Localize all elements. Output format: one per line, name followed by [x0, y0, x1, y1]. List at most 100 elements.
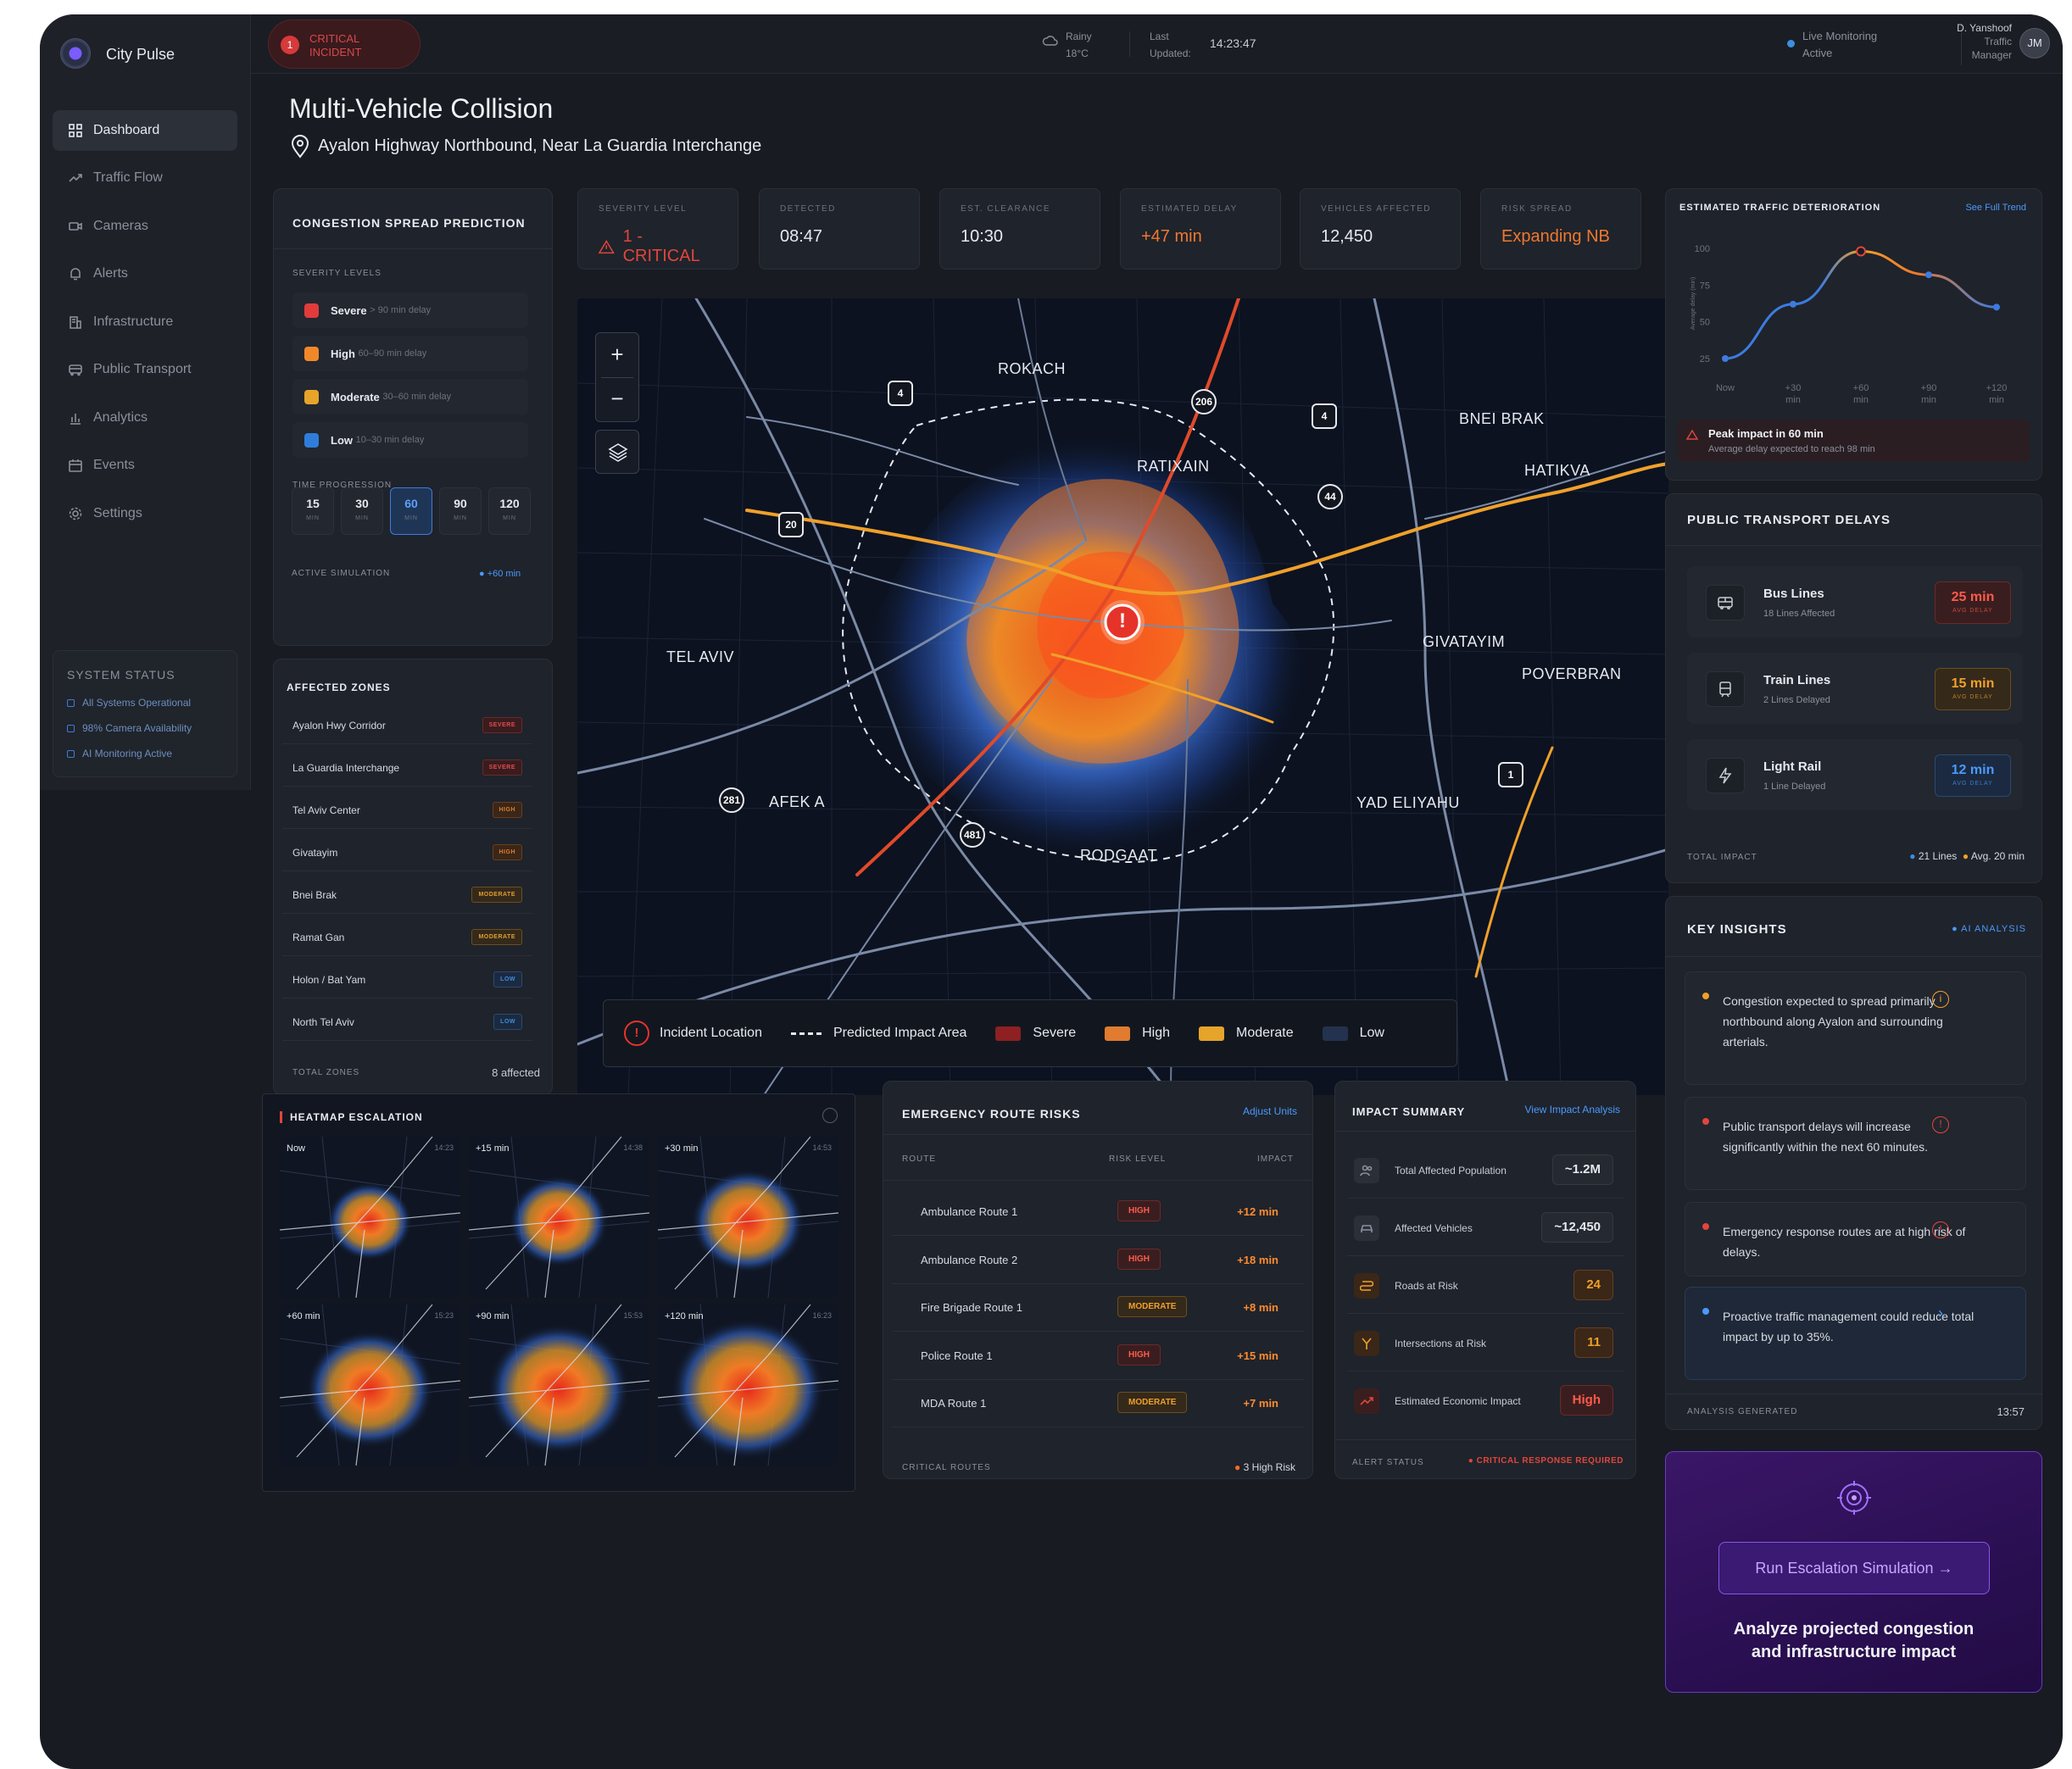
warning-icon: [1686, 430, 1698, 440]
x-tick-label: min: [1989, 395, 2004, 405]
car-icon-box: [1354, 1215, 1379, 1241]
route-row[interactable]: Police Route 1 HIGH +15 min: [892, 1332, 1304, 1380]
page-title: Multi-Vehicle Collision: [289, 93, 554, 124]
sidebar-item-analytics[interactable]: Analytics: [53, 398, 237, 438]
frame-time: 14:23: [434, 1143, 454, 1152]
severity-desc: 30–60 min delay: [382, 392, 452, 402]
transport-row-light-rail[interactable]: Light Rail 1 Line Delayed 12 min AVG DELA…: [1687, 739, 2023, 810]
insight-text: Public transport delays will increase si…: [1723, 1120, 1929, 1154]
zone-row[interactable]: Givatayim HIGH: [282, 834, 532, 871]
kpi-detected: DETECTED 08:47: [759, 188, 920, 270]
data-point: [1993, 303, 2000, 311]
route-row[interactable]: MDA Route 1 MODERATE +7 min: [892, 1380, 1304, 1427]
view-impact-analysis-link[interactable]: View Impact Analysis: [1525, 1104, 1621, 1115]
kpi-risk-spread: RISK SPREAD Expanding NB: [1480, 188, 1641, 270]
sidebar-item-cameras[interactable]: Cameras: [53, 206, 237, 247]
critical-incident-badge[interactable]: 1 CRITICAL INCIDENT: [268, 19, 421, 69]
insight-item[interactable]: Public transport delays will increase si…: [1685, 1097, 2026, 1190]
users-icon: [1360, 1165, 1373, 1177]
incident-count: 1: [281, 36, 299, 54]
severity-name: Moderate: [331, 390, 380, 403]
legend-label: Predicted Impact Area: [833, 1026, 967, 1040]
settings-icon[interactable]: [822, 1108, 838, 1123]
route-row[interactable]: Ambulance Route 1 HIGH +12 min: [892, 1188, 1304, 1236]
sidebar-item-public-transport[interactable]: Public Transport: [53, 349, 237, 390]
see-full-trend-link[interactable]: See Full Trend: [1965, 203, 2026, 213]
transport-row-bus[interactable]: Bus Lines 18 Lines Affected 25 min AVG DE…: [1687, 566, 2023, 637]
route-row[interactable]: Fire Brigade Route 1 MODERATE +8 min: [892, 1284, 1304, 1332]
impact-label: Roads at Risk: [1395, 1280, 1458, 1292]
frame-time: 14:53: [812, 1143, 832, 1152]
time-60-button[interactable]: 60 MIN: [390, 487, 432, 535]
heatmap-frame[interactable]: +60 min 15:23: [280, 1304, 460, 1466]
transport-row-train[interactable]: Train Lines 2 Lines Delayed 15 min AVG DE…: [1687, 653, 2023, 724]
sidebar-item-events[interactable]: Events: [53, 445, 237, 486]
road-shield: 281: [719, 787, 744, 813]
route-row[interactable]: Ambulance Route 2 HIGH +18 min: [892, 1237, 1304, 1284]
sidebar-item-alerts[interactable]: Alerts: [53, 253, 237, 294]
camera-icon: [69, 222, 82, 231]
sidebar-item-infrastructure[interactable]: Infrastructure: [53, 302, 237, 342]
critical-routes-label: CRITICAL ROUTES: [902, 1463, 991, 1472]
zone-level-badge: SEVERE: [482, 717, 522, 733]
insight-text: Emergency response routes are at high ri…: [1723, 1225, 1966, 1259]
avatar[interactable]: JM: [2019, 28, 2050, 58]
time-30-button[interactable]: 30 MIN: [341, 487, 383, 535]
zoom-in-button[interactable]: +: [596, 333, 638, 377]
sidebar-item-label: Settings: [93, 506, 142, 520]
layers-button[interactable]: [595, 430, 639, 474]
frame-label: +60 min: [287, 1311, 320, 1321]
heatmap-frame[interactable]: +90 min 15:53: [469, 1304, 649, 1466]
adjust-units-link[interactable]: Adjust Units: [1243, 1105, 1297, 1117]
insight-item[interactable]: Congestion expected to spread primarily …: [1685, 971, 2026, 1085]
sidebar-item-dashboard[interactable]: Dashboard: [53, 110, 237, 151]
heatmap-image: [658, 1304, 838, 1466]
heatmap-frame[interactable]: Now 14:23: [280, 1137, 460, 1298]
sidebar-item-settings[interactable]: Settings: [53, 493, 237, 534]
live-monitoring-status: Live Monitoring Active: [1802, 28, 1877, 62]
zone-row[interactable]: Holon / Bat Yam LOW: [282, 961, 532, 999]
divider: [274, 248, 552, 249]
ai-analysis-text: AI ANALYSIS: [1961, 924, 2026, 934]
time-value: 60: [404, 497, 418, 510]
sidebar-item-label: Infrastructure: [93, 314, 174, 329]
zone-row[interactable]: Tel Aviv Center HIGH: [282, 792, 532, 829]
zone-row[interactable]: La Guardia Interchange SEVERE: [282, 749, 532, 787]
public-transport-panel: PUBLIC TRANSPORT DELAYS Bus Lines 18 Lin…: [1665, 493, 2042, 883]
insight-item[interactable]: Emergency response routes are at high ri…: [1685, 1202, 2026, 1277]
zone-row[interactable]: North Tel Aviv LOW: [282, 1004, 532, 1041]
time-90-button[interactable]: 90 MIN: [439, 487, 482, 535]
frame-time: 14:38: [623, 1143, 643, 1152]
zoom-out-button[interactable]: −: [596, 377, 638, 421]
user-info: D. Yanshoof Traffic Manager: [1957, 21, 2012, 62]
kpi-value: +47 min: [1141, 227, 1202, 246]
time-120-button[interactable]: 120 MIN: [488, 487, 531, 535]
impact-value: 24: [1573, 1270, 1613, 1300]
sidebar-item-label: Alerts: [93, 266, 128, 281]
impact-row-economic: Estimated Economic Impact High: [1347, 1371, 1624, 1429]
kpi-vehicles: VEHICLES AFFECTED 12,450: [1300, 188, 1461, 270]
last-updated-line: Last: [1150, 31, 1169, 42]
zone-row[interactable]: Ayalon Hwy Corridor SEVERE: [282, 707, 532, 744]
time-unit: MIN: [306, 515, 320, 521]
heatmap-frame[interactable]: +30 min 14:53: [658, 1137, 838, 1298]
incident-map[interactable]: ! ROKACH BNEI BRAK RATIXAIN HATIKVA TEL …: [577, 298, 1668, 1095]
zone-name: Tel Aviv Center: [292, 804, 360, 816]
trend-icon-box: [1354, 1388, 1379, 1414]
sidebar-item-traffic-flow[interactable]: Traffic Flow: [53, 158, 237, 198]
insight-item[interactable]: Proactive traffic management could reduc…: [1685, 1287, 2026, 1380]
time-15-button[interactable]: 15 MIN: [292, 487, 334, 535]
run-simulation-button[interactable]: Run Escalation Simulation →: [1718, 1542, 1990, 1594]
time-value: 30: [355, 497, 369, 510]
zone-row[interactable]: Bnei Brak MODERATE: [282, 876, 532, 914]
info-icon: !: [1932, 1116, 1949, 1133]
last-updated-label: Last Updated:: [1150, 28, 1191, 62]
zone-row[interactable]: Ramat Gan MODERATE: [282, 919, 532, 956]
incident-marker[interactable]: !: [1116, 609, 1129, 635]
y-axis-label: Average delay (min): [1690, 277, 1696, 331]
caption-line: and infrastructure impact: [1751, 1643, 1957, 1661]
zone-name: Bnei Brak: [292, 888, 337, 901]
heatmap-frame[interactable]: +120 min 16:23: [658, 1304, 838, 1466]
heatmap-frame[interactable]: +15 min 14:38: [469, 1137, 649, 1298]
user-role: Manager: [1971, 49, 2012, 61]
